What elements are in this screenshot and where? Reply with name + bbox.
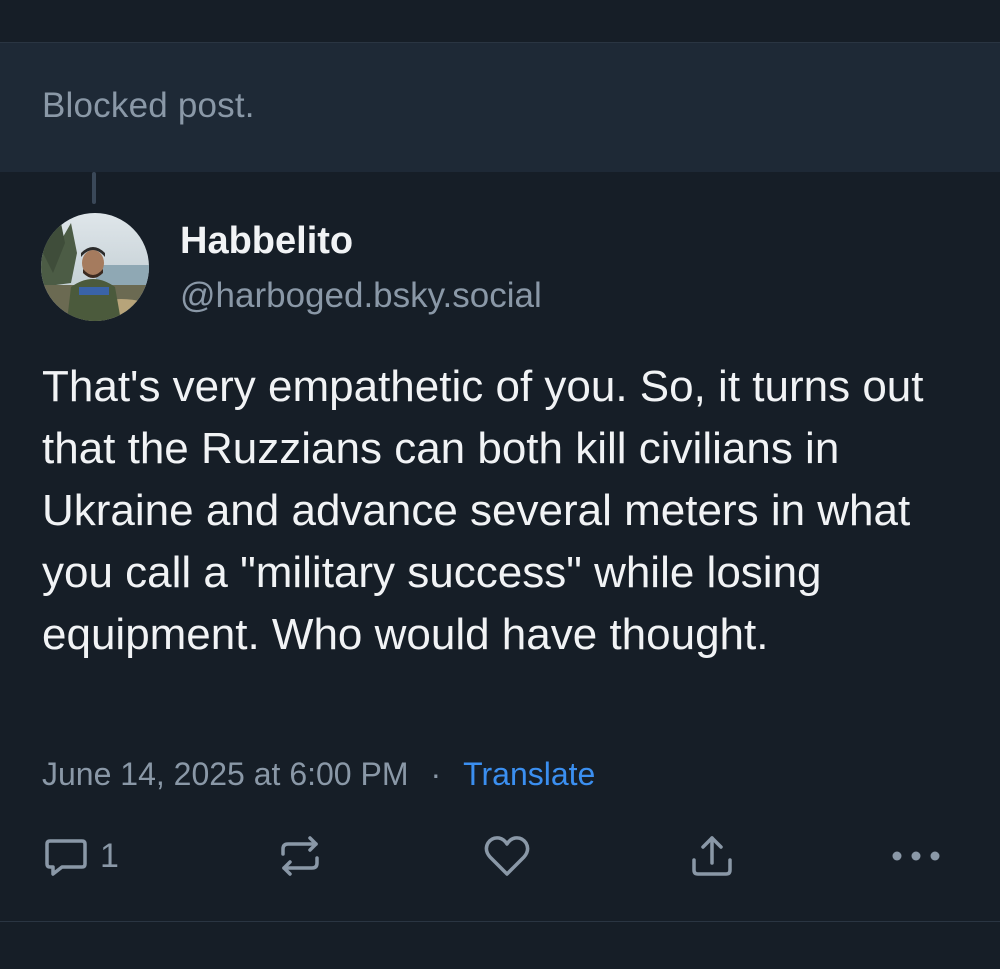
- repost-icon: [281, 836, 319, 876]
- avatar-image: [41, 213, 149, 321]
- more-dots-icon: [892, 851, 940, 861]
- post-timestamp: June 14, 2025 at 6:00 PM: [42, 755, 409, 792]
- reply-count: 1: [100, 836, 119, 875]
- post-actions: 1: [0, 826, 1000, 886]
- avatar[interactable]: [41, 213, 149, 321]
- author-handle[interactable]: @harboged.bsky.social: [180, 276, 542, 316]
- bottom-divider: [0, 921, 1000, 922]
- more-options-button[interactable]: [888, 826, 944, 886]
- author-display-name[interactable]: Habbelito: [180, 220, 353, 263]
- post-text: That's very empathetic of you. So, it tu…: [42, 362, 924, 659]
- reply-button[interactable]: 1: [42, 826, 119, 886]
- share-button[interactable]: [686, 826, 738, 886]
- repost-button[interactable]: [274, 826, 326, 886]
- post-meta: June 14, 2025 at 6:00 PM · Translate: [42, 752, 595, 796]
- like-button[interactable]: [481, 826, 533, 886]
- reply-bubble-icon: [45, 839, 87, 876]
- heart-icon: [484, 836, 530, 876]
- translate-link[interactable]: Translate: [463, 756, 595, 793]
- meta-separator: ·: [430, 755, 442, 792]
- blocked-post-label: Blocked post.: [42, 86, 255, 125]
- thread-connector-line: [92, 172, 96, 204]
- post-thread-view: Blocked post. Habbelito @harboged.bsky.s…: [0, 0, 1000, 969]
- share-icon: [692, 836, 732, 876]
